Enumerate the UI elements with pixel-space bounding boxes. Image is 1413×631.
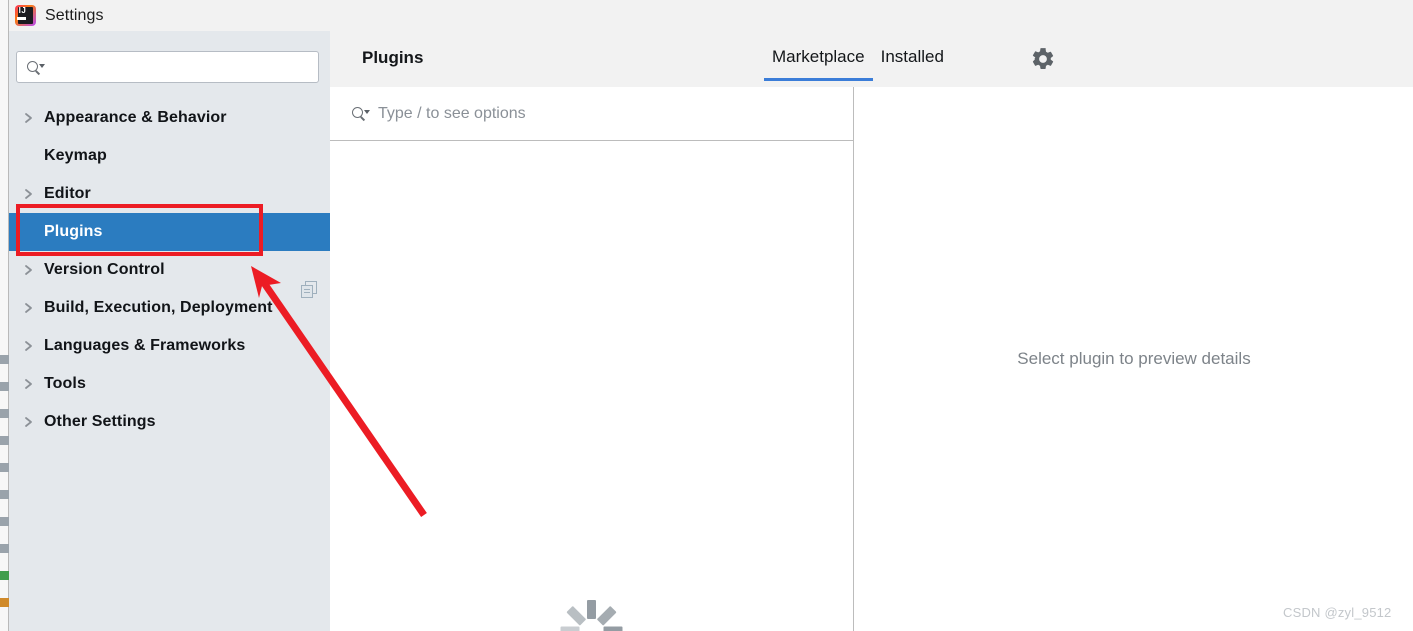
loading-spinner-icon bbox=[560, 600, 622, 631]
copy-icon[interactable] bbox=[301, 281, 320, 300]
settings-nav-list: Appearance & Behavior Keymap Editor Plug… bbox=[9, 99, 330, 441]
chevron-right-icon bbox=[24, 416, 44, 428]
plugins-header: Plugins Marketplace Installed bbox=[330, 31, 1413, 87]
sidebar-item-plugins[interactable]: Plugins bbox=[9, 213, 330, 251]
background-window-sliver bbox=[0, 0, 9, 631]
intellij-idea-logo-icon: IJ bbox=[15, 5, 36, 26]
sidebar-item-keymap[interactable]: Keymap bbox=[9, 137, 330, 175]
chevron-right-icon bbox=[24, 264, 44, 276]
plugins-panel: Plugins Marketplace Installed Type / to … bbox=[330, 31, 1413, 631]
detail-empty-message: Select plugin to preview details bbox=[1017, 349, 1251, 368]
sidebar-item-editor[interactable]: Editor bbox=[9, 175, 330, 213]
chevron-right-icon bbox=[24, 302, 44, 314]
sidebar-item-label: Other Settings bbox=[44, 413, 156, 430]
page-title: Plugins bbox=[362, 48, 424, 67]
chevron-right-icon bbox=[24, 112, 44, 124]
sidebar-item-label: Keymap bbox=[44, 147, 107, 164]
tab-label: Marketplace bbox=[772, 47, 865, 66]
tab-label: Installed bbox=[880, 47, 944, 66]
settings-sidebar: Appearance & Behavior Keymap Editor Plug… bbox=[9, 31, 330, 631]
settings-dialog: IJ Settings Appearance & Behavior Keymap… bbox=[9, 0, 1413, 631]
plugin-list-pane: Type / to see options bbox=[330, 87, 854, 631]
sidebar-item-version-control[interactable]: Version Control bbox=[9, 251, 330, 289]
chevron-right-icon bbox=[24, 378, 44, 390]
sidebar-item-build-execution-deployment[interactable]: Build, Execution, Deployment bbox=[9, 289, 330, 327]
sidebar-item-label: Build, Execution, Deployment bbox=[44, 299, 273, 316]
plugin-search-box[interactable]: Type / to see options bbox=[330, 87, 854, 141]
gear-icon[interactable] bbox=[1030, 46, 1056, 77]
sidebar-item-label: Tools bbox=[44, 375, 86, 392]
sidebar-item-other-settings[interactable]: Other Settings bbox=[9, 403, 330, 441]
tab-marketplace[interactable]: Marketplace bbox=[764, 47, 873, 81]
chevron-right-icon bbox=[24, 188, 44, 200]
sidebar-search-input[interactable] bbox=[50, 59, 310, 75]
sidebar-item-label: Plugins bbox=[44, 223, 103, 240]
sidebar-item-languages-frameworks[interactable]: Languages & Frameworks bbox=[9, 327, 330, 365]
settings-dialog-screenshot: IJ Settings Appearance & Behavior Keymap… bbox=[0, 0, 1413, 631]
search-icon bbox=[27, 60, 45, 75]
chevron-right-icon bbox=[24, 340, 44, 352]
tab-installed[interactable]: Installed bbox=[873, 47, 952, 81]
sidebar-item-label: Appearance & Behavior bbox=[44, 109, 227, 126]
plugins-tabs: Marketplace Installed bbox=[764, 47, 952, 81]
sidebar-item-label: Languages & Frameworks bbox=[44, 337, 246, 354]
window-title: Settings bbox=[45, 6, 104, 24]
plugin-search-placeholder: Type / to see options bbox=[378, 104, 526, 122]
sidebar-search-box[interactable] bbox=[16, 51, 319, 83]
plugin-detail-pane: Select plugin to preview details bbox=[855, 87, 1413, 631]
watermark-text: CSDN @zyl_9512 bbox=[1283, 605, 1392, 620]
sidebar-item-label: Version Control bbox=[44, 261, 165, 278]
sidebar-item-label: Editor bbox=[44, 185, 91, 202]
sidebar-item-tools[interactable]: Tools bbox=[9, 365, 330, 403]
search-icon bbox=[352, 106, 370, 121]
window-titlebar: IJ Settings bbox=[9, 0, 1413, 31]
sidebar-item-appearance-behavior[interactable]: Appearance & Behavior bbox=[9, 99, 330, 137]
